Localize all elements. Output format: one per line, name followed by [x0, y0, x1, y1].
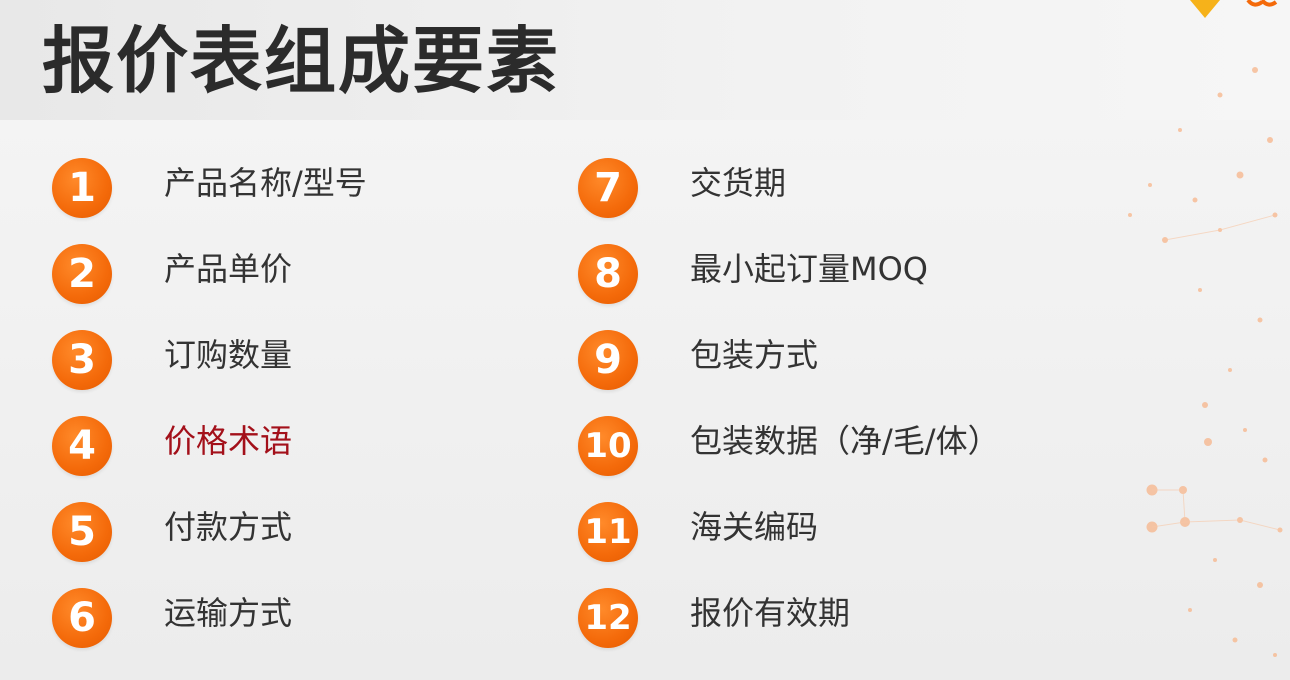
number-badge: 11	[578, 502, 638, 562]
list-item-label: 订购数量	[164, 336, 293, 374]
number-badge: 1	[52, 158, 112, 218]
list-item-label: 运输方式	[164, 594, 293, 632]
page-title: 报价表组成要素	[42, 19, 561, 103]
list-item-label: 产品名称/型号	[164, 164, 367, 202]
list-item-label-highlighted: 价格术语	[164, 422, 293, 460]
number-badge: 9	[578, 330, 638, 390]
number-badge: 7	[578, 158, 638, 218]
list-item-label: 最小起订量MOQ	[690, 250, 928, 288]
list-item-label: 交货期	[690, 164, 787, 202]
slide-background: 报价表组成要素 1 产品名称/型号 2 产品单价 3 订购数量 4 价格术语 5…	[0, 0, 1290, 680]
list-item-label: 海关编码	[690, 508, 819, 546]
corner-logo	[1190, 0, 1278, 18]
list-item-label: 付款方式	[164, 508, 293, 546]
list-item-label: 报价有效期	[690, 594, 851, 632]
number-badge: 10	[578, 416, 638, 476]
list-item-label: 产品单价	[164, 250, 293, 288]
number-badge: 2	[52, 244, 112, 304]
number-badge: 3	[52, 330, 112, 390]
number-badge: 5	[52, 502, 112, 562]
number-badge: 6	[52, 588, 112, 648]
number-badge: 12	[578, 588, 638, 648]
list-item-label: 包装方式	[690, 336, 819, 374]
number-badge: 4	[52, 416, 112, 476]
number-badge: 8	[578, 244, 638, 304]
list-item-label: 包装数据（净/毛/体）	[690, 422, 1000, 460]
